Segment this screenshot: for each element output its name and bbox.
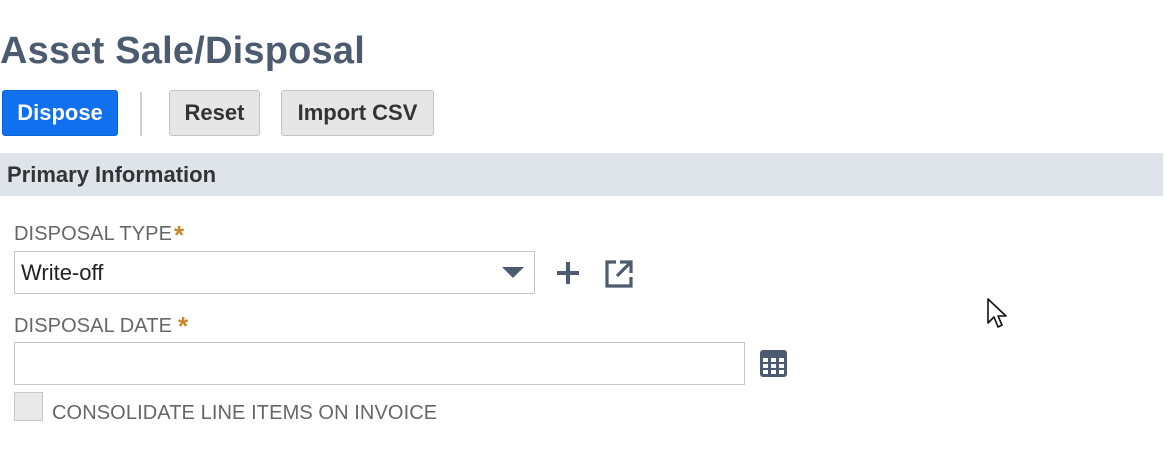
mouse-cursor-icon — [987, 298, 1009, 335]
section-title: Primary Information — [7, 161, 217, 187]
page-title: Asset Sale/Disposal — [0, 30, 365, 72]
disposal-date-input[interactable] — [14, 342, 745, 385]
plus-icon[interactable] — [555, 260, 581, 291]
disposal-type-label: DISPOSAL TYPE — [14, 223, 173, 245]
open-external-icon[interactable] — [603, 258, 635, 295]
required-mark: * — [174, 220, 185, 250]
disposal-type-select[interactable]: Write-off — [14, 251, 535, 294]
section-header-primary-information[interactable]: Primary Information — [0, 153, 1163, 196]
consolidate-line-items-checkbox[interactable] — [14, 392, 43, 421]
import-csv-button[interactable]: Import CSV — [281, 90, 434, 136]
consolidate-line-items-label: CONSOLIDATE LINE ITEMS ON INVOICE — [52, 402, 438, 424]
chevron-down-icon[interactable] — [502, 267, 524, 278]
disposal-type-value: Write-off — [21, 260, 104, 285]
asset-disposal-page: Asset Sale/Disposal Dispose Reset Import… — [0, 0, 1165, 475]
calendar-icon[interactable] — [760, 350, 787, 382]
disposal-date-label: DISPOSAL DATE — [14, 315, 173, 337]
toolbar-divider — [140, 92, 142, 136]
reset-button[interactable]: Reset — [169, 90, 260, 136]
dispose-button[interactable]: Dispose — [2, 90, 118, 136]
required-mark: * — [178, 311, 189, 341]
